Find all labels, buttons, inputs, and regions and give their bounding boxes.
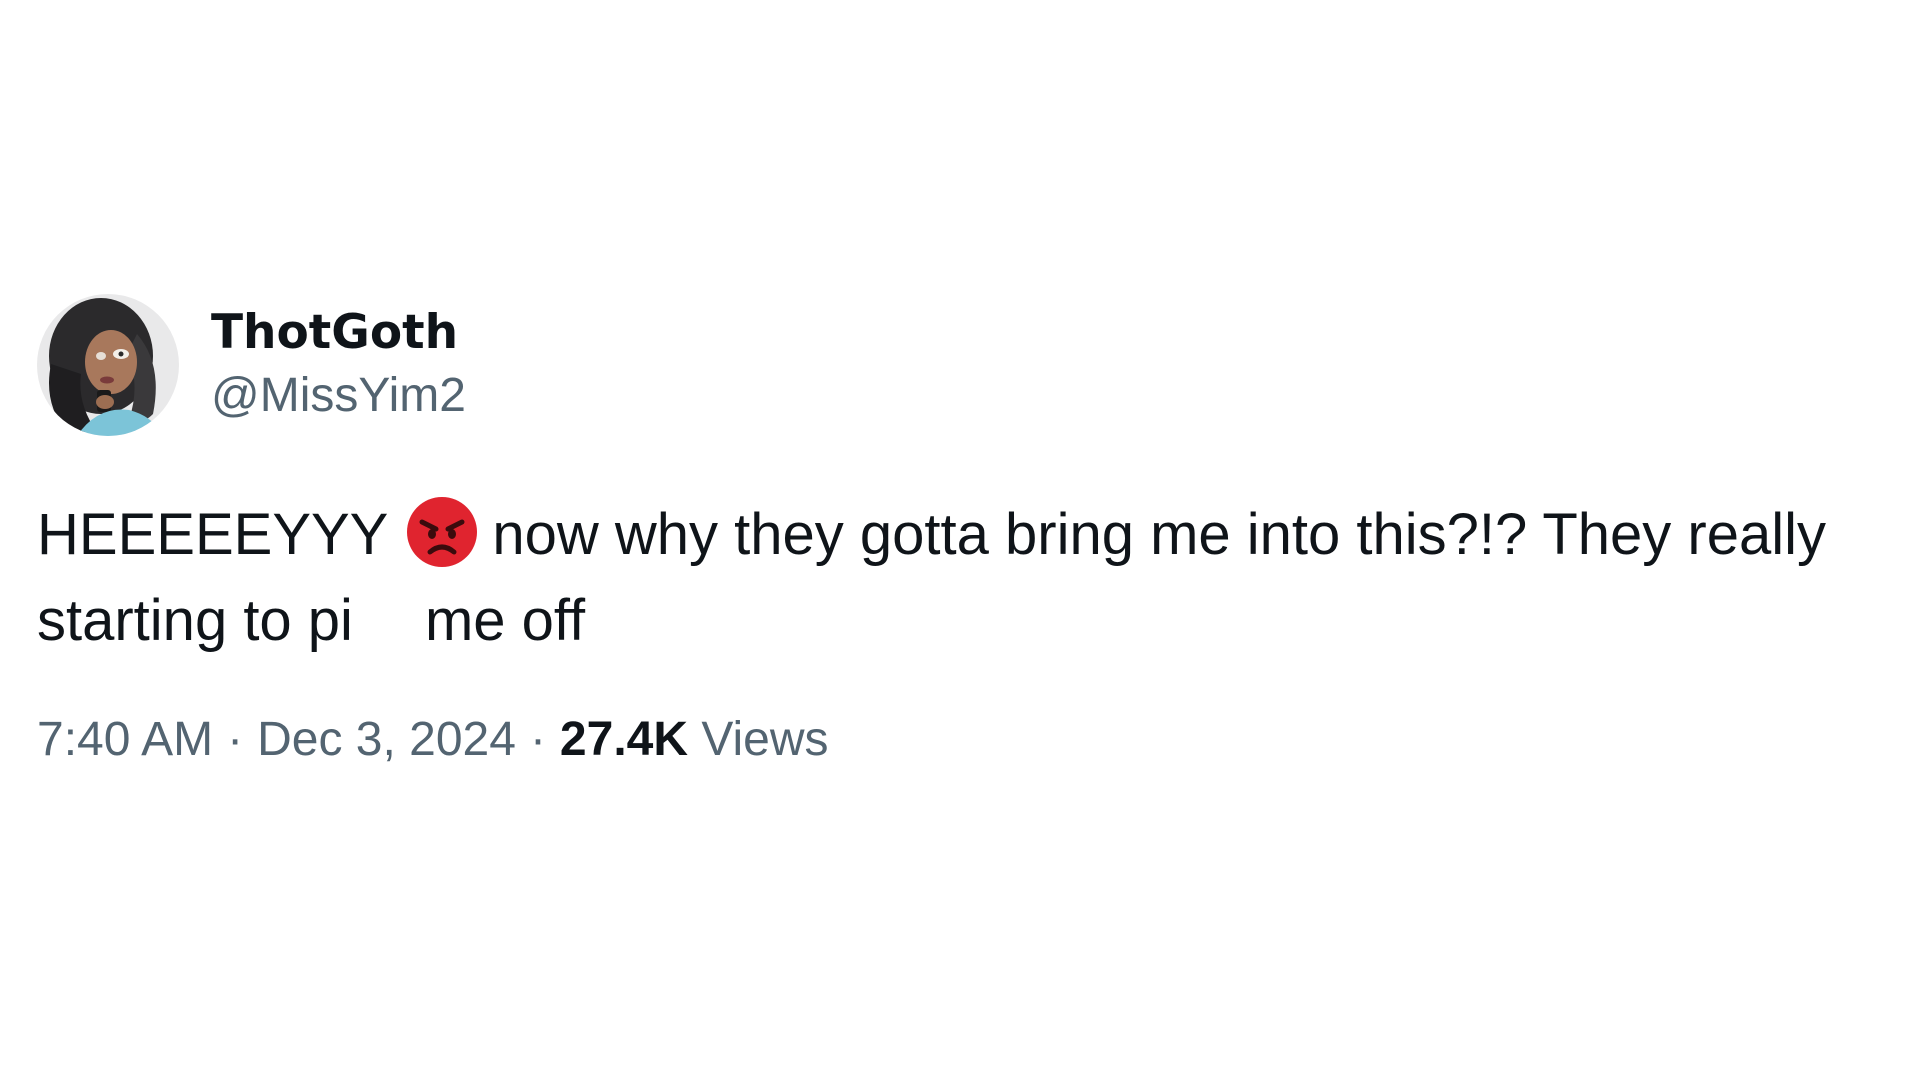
tweet-text-part-3: me off	[424, 588, 586, 653]
user-handle[interactable]: @MissYim2	[211, 366, 466, 426]
views-label: Views	[701, 713, 829, 766]
tweet-date[interactable]: Dec 3, 2024	[257, 713, 516, 766]
tweet: ThotGoth @MissYim2 HEEEEEYYY now why the…	[37, 294, 1897, 770]
meta-separator: ·	[529, 713, 546, 766]
avatar-illustration	[37, 294, 179, 436]
tweet-text: HEEEEEYYY now why they gotta bring me in…	[37, 492, 1897, 664]
views-count: 27.4K	[559, 713, 689, 766]
tweet-meta: 7:40 AM · Dec 3, 2024 · 27.4K Views	[37, 710, 1897, 770]
display-name[interactable]: ThotGoth	[211, 304, 466, 362]
meta-separator: ·	[227, 713, 244, 766]
avatar[interactable]	[37, 294, 179, 436]
tweet-time[interactable]: 7:40 AM	[37, 713, 213, 766]
angry-face-icon	[406, 496, 478, 568]
author-names: ThotGoth @MissYim2	[211, 304, 466, 426]
redaction-patch	[352, 599, 425, 650]
tweet-header: ThotGoth @MissYim2	[37, 294, 1897, 436]
tweet-text-part-1: HEEEEEYYY	[37, 502, 389, 567]
